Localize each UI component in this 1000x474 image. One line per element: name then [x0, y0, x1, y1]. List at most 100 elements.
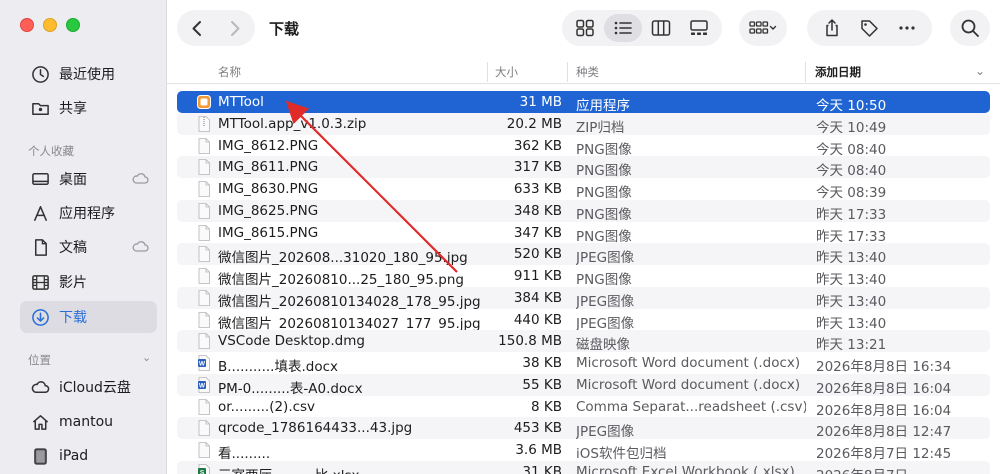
- file-row[interactable]: or.........(2).csv 8 KB Comma Separat...re…: [177, 396, 990, 419]
- column-header-name[interactable]: 名称: [218, 64, 241, 80]
- sidebar-item-movies[interactable]: 影片: [20, 266, 157, 298]
- file-kind: JPEG图像: [576, 315, 635, 332]
- chevron-down-icon[interactable]: ⌄: [142, 351, 151, 364]
- favorites-section-title: 个人收藏: [28, 144, 74, 158]
- file-icon: [197, 289, 211, 306]
- file-row[interactable]: IMG_8625.PNG 348 KB PNG图像 昨天 17:33: [177, 199, 990, 223]
- file-row[interactable]: 微信图片_20260810...25_180_95.png 911 KB PNG图像…: [177, 265, 990, 288]
- window-title: 下载: [269, 20, 300, 38]
- toolbar: 下载: [167, 0, 1000, 58]
- file-icon: [197, 268, 211, 284]
- sidebar-item-label: 共享: [59, 101, 87, 117]
- file-name: 微信图片_202608...31020_180_95.jpg: [218, 250, 468, 267]
- file-row[interactable]: 看......... 3.6 MB iOS软件包归档 2026年8月7日 12:45: [177, 439, 990, 462]
- sidebar-item-label: 影片: [59, 275, 87, 291]
- file-row[interactable]: IMG_8630.PNG 633 KB PNG图像 今天 08:39: [177, 178, 990, 201]
- document-icon: [30, 237, 50, 257]
- file-kind: 磁盘映像: [576, 337, 630, 354]
- search-button[interactable]: [950, 10, 990, 46]
- file-row[interactable]: VSCode Desktop.dmg 150.8 MB 磁盘映像 昨天 13:21: [177, 330, 990, 354]
- column-header-date-added[interactable]: 添加日期: [815, 64, 861, 80]
- sort-chevron-icon[interactable]: ⌄: [975, 64, 985, 78]
- file-row[interactable]: 微信图片_20260810134028_178_95.jpg 384 KB JPEG…: [177, 286, 990, 310]
- file-size: 31 KB: [522, 463, 562, 474]
- file-row[interactable]: MTTool 31 MB 应用程序 今天 10:50: [177, 91, 990, 114]
- column-view-button[interactable]: [642, 14, 680, 42]
- file-name: 微信图片_20260810134028_178_95.jpg: [218, 293, 481, 310]
- gallery-icon: [690, 20, 708, 35]
- back-button[interactable]: [177, 10, 216, 46]
- close-window-button[interactable]: [20, 18, 34, 32]
- tag-icon: [861, 20, 879, 37]
- sidebar-item-home[interactable]: mantou: [20, 406, 157, 438]
- more-actions-button[interactable]: [889, 10, 925, 46]
- svg-text:S: S: [200, 469, 205, 474]
- sidebar-item-applications[interactable]: 应用程序: [20, 197, 157, 229]
- file-kind: JPEG图像: [576, 250, 635, 267]
- file-date-added: 昨天 13:40: [816, 250, 887, 267]
- sidebar-item-documents[interactable]: 文稿: [20, 231, 157, 263]
- list-view-button[interactable]: [604, 14, 642, 42]
- share-button[interactable]: [814, 10, 850, 46]
- icon-view-button[interactable]: [566, 14, 604, 42]
- file-date-added: 今天 08:39: [816, 185, 887, 201]
- file-name: IMG_8611.PNG: [218, 159, 319, 176]
- icloud-status-icon: [132, 173, 149, 184]
- word-icon: W: [197, 376, 211, 393]
- file-date-added: 昨天 13:40: [816, 272, 887, 288]
- sidebar-item-icloud[interactable]: iCloud云盘: [20, 371, 157, 403]
- tags-button[interactable]: [851, 10, 887, 46]
- file-row[interactable]: W PM-0.........表-A0.docx 55 KB Microsoft Wo…: [177, 373, 990, 397]
- file-kind: Microsoft Word document (.docx): [576, 355, 801, 371]
- file-name: MTTool.app_v1.0.3.zip: [218, 115, 367, 132]
- file-row[interactable]: 微信图片_202608...31020_180_95.jpg 520 KB JPEG…: [177, 243, 990, 267]
- file-date-added: 2026年8月7日 ...: [816, 464, 986, 474]
- sidebar-item-recents[interactable]: 最近使用: [20, 58, 157, 90]
- forward-button[interactable]: [216, 10, 255, 46]
- file-name: 微信图片_20260810134027_177_95.jpg: [218, 315, 481, 332]
- file-name: PM-0.........表-A0.docx: [218, 380, 363, 397]
- file-icon: [197, 398, 211, 415]
- sidebar-item-label: mantou: [59, 414, 114, 430]
- sidebar-item-downloads[interactable]: 下载: [20, 301, 157, 333]
- file-row[interactable]: IMG_8611.PNG 317 KB PNG图像 今天 08:40: [177, 156, 990, 179]
- home-icon: [30, 412, 50, 432]
- sidebar-item-desktop[interactable]: 桌面: [20, 163, 157, 195]
- file-size: 440 KB: [513, 311, 562, 328]
- file-row[interactable]: MTTool.app_v1.0.3.zip 20.2 MB ZIP归档 今天 10:4…: [177, 112, 990, 136]
- file-row[interactable]: qrcode_1786164433...43.jpg 453 KB JPEG图像 20…: [177, 417, 990, 440]
- file-icon: [197, 181, 211, 197]
- file-kind: JPEG图像: [576, 293, 635, 310]
- file-name: or.........(2).csv: [218, 398, 316, 415]
- file-size: 453 KB: [513, 420, 562, 437]
- file-size: 362 KB: [513, 137, 562, 154]
- column-header-kind[interactable]: 种类: [576, 64, 599, 80]
- column-divider[interactable]: [567, 62, 568, 82]
- file-row[interactable]: W B...........填表.docx 38 KB Microsoft Word …: [177, 352, 990, 375]
- sidebar-item-label: 桌面: [59, 172, 87, 188]
- gallery-view-button[interactable]: [680, 14, 718, 42]
- desktop-icon: [30, 169, 50, 189]
- file-row[interactable]: S 三室两厅..........比.xlsx 31 KB Microsoft Exce…: [177, 460, 990, 474]
- action-group: [807, 10, 932, 46]
- minimize-window-button[interactable]: [43, 18, 57, 32]
- file-icon: [197, 246, 211, 263]
- group-by-button[interactable]: [739, 10, 787, 46]
- file-row[interactable]: IMG_8615.PNG 347 KB PNG图像 昨天 17:33: [177, 222, 990, 245]
- sidebar-item-ipad[interactable]: iPad: [20, 440, 157, 472]
- ellipsis-icon: [899, 26, 915, 30]
- file-name: MTTool: [218, 94, 264, 110]
- column-divider[interactable]: [805, 62, 806, 82]
- locations-section-title: 位置: [28, 353, 51, 367]
- file-row[interactable]: IMG_8612.PNG 362 KB PNG图像 今天 08:40: [177, 135, 990, 158]
- sidebar-item-shared[interactable]: 共享: [20, 92, 157, 124]
- chevron-left-icon: [192, 20, 201, 36]
- zoom-window-button[interactable]: [66, 18, 80, 32]
- column-header-size[interactable]: 大小: [495, 64, 518, 80]
- column-divider[interactable]: [487, 62, 488, 82]
- share-icon: [826, 19, 838, 37]
- list-icon: [614, 21, 632, 35]
- file-row[interactable]: 微信图片_20260810134027_177_95.jpg 440 KB JPEG…: [177, 309, 990, 332]
- file-size: 384 KB: [513, 289, 562, 306]
- search-icon: [961, 19, 979, 37]
